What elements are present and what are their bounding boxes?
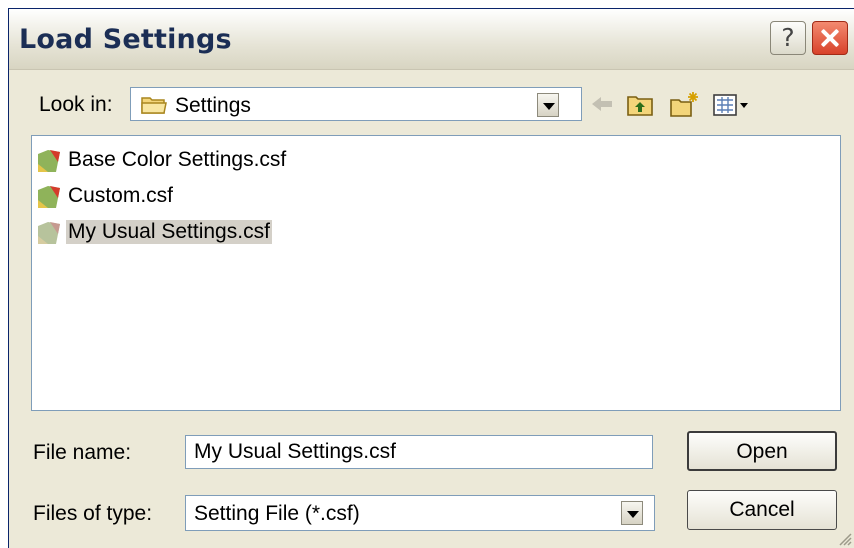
files-of-type-value: Setting File (*.csf) [194, 502, 360, 525]
new-folder-icon[interactable] [669, 90, 701, 118]
files-of-type-label: Files of type: [33, 502, 153, 525]
files-of-type-dropdown[interactable]: Setting File (*.csf) [185, 495, 655, 531]
file-name: Custom.csf [68, 184, 174, 207]
files-of-type-dropdown-arrow[interactable] [621, 501, 643, 525]
close-button[interactable] [812, 21, 848, 55]
resize-grip-icon[interactable] [836, 530, 852, 546]
cancel-button[interactable]: Cancel [687, 490, 837, 530]
look-in-label: Look in: [39, 93, 113, 116]
load-settings-dialog: Load Settings ? Look in: Settings Base C… [8, 8, 854, 548]
file-name: My Usual Settings.csf [66, 220, 272, 244]
csf-file-icon [38, 186, 60, 208]
back-arrow-icon[interactable] [589, 90, 615, 118]
csf-file-icon [38, 222, 60, 244]
title-bar[interactable]: Load Settings ? [9, 9, 854, 70]
up-folder-icon[interactable] [625, 90, 655, 118]
file-name-input[interactable]: My Usual Settings.csf [185, 435, 653, 469]
look-in-value: Settings [175, 94, 251, 117]
folder-icon [141, 97, 167, 114]
look-in-dropdown-arrow[interactable] [537, 93, 559, 117]
look-in-dropdown[interactable]: Settings [130, 87, 582, 121]
csf-file-icon [38, 150, 60, 172]
file-list[interactable]: Base Color Settings.csf Custom.csf My Us… [31, 135, 841, 411]
view-menu-icon[interactable] [712, 90, 750, 118]
help-button[interactable]: ? [770, 21, 806, 55]
open-button[interactable]: Open [687, 431, 837, 471]
file-name: Base Color Settings.csf [68, 148, 287, 171]
dialog-title: Load Settings [19, 24, 232, 55]
file-name-label: File name: [33, 441, 132, 464]
